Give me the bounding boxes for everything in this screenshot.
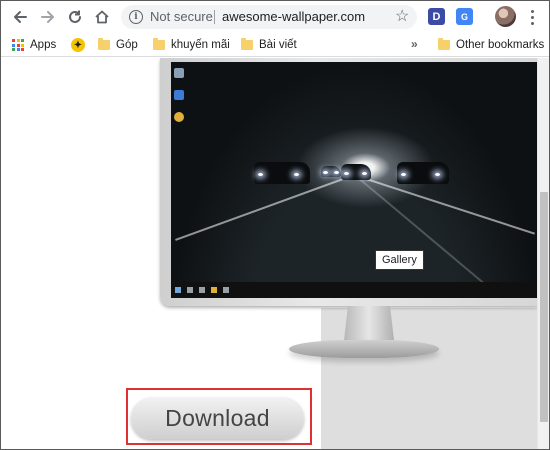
headlight — [294, 173, 299, 176]
car — [254, 162, 310, 184]
bookmark-label: khuyến mãi — [171, 39, 230, 51]
car — [321, 166, 341, 177]
bookmark-bai-viet[interactable]: Bài viết — [241, 36, 297, 54]
download-button[interactable]: Download — [131, 397, 304, 439]
kebab-menu-icon[interactable] — [525, 7, 539, 27]
apps-grid-icon — [12, 39, 24, 51]
folder-icon — [98, 38, 110, 50]
taskbar-icon — [187, 287, 193, 293]
monitor-stand — [344, 306, 394, 340]
bookmarks-bar: Apps ✦ Góp khuyến mãi Bài viết Other boo… — [1, 33, 549, 57]
browser-toolbar: i Not secure awesome-wallpaper.com ☆ D G — [1, 1, 549, 33]
address-bar[interactable]: i Not secure awesome-wallpaper.com ☆ — [121, 5, 417, 29]
bookmark-apps[interactable]: Apps — [12, 36, 56, 54]
bookmark-label: Góp — [116, 39, 138, 51]
folder-icon — [241, 38, 253, 50]
bookmark-label: Other bookmarks — [456, 39, 545, 51]
bookmark-label: Apps — [30, 39, 57, 51]
bookmark-star-icon[interactable]: ☆ — [395, 7, 409, 27]
monitor-image — [160, 58, 544, 306]
folder-icon — [153, 38, 165, 50]
gop-icon: ✦ — [71, 38, 85, 52]
scroll-thumb[interactable] — [540, 192, 548, 422]
start-icon — [175, 287, 181, 293]
profile-avatar[interactable] — [495, 6, 516, 27]
folder-icon — [438, 38, 450, 50]
extension-d-icon[interactable]: D — [428, 8, 445, 25]
google-translate-icon[interactable]: G — [456, 8, 473, 25]
home-button[interactable] — [91, 6, 113, 28]
forward-button[interactable] — [37, 6, 59, 28]
headlight — [258, 173, 263, 176]
forward-arrow-icon — [41, 11, 54, 23]
monitor-base — [289, 340, 439, 358]
headlight — [435, 173, 440, 176]
divider — [214, 10, 215, 24]
headlight — [362, 172, 367, 175]
monitor-screen — [171, 62, 538, 298]
bookmark-gop[interactable]: Góp — [98, 36, 138, 54]
bookmark-khuyen-mai[interactable]: khuyến mãi — [153, 36, 230, 54]
home-icon — [95, 10, 109, 24]
back-button[interactable] — [9, 6, 31, 28]
bookmark-other-bookmarks[interactable]: Other bookmarks — [438, 36, 544, 54]
bookmark-gop-extension[interactable]: ✦ — [71, 36, 85, 54]
headlight — [334, 171, 339, 174]
headlight — [323, 171, 328, 174]
chrome-icon — [174, 112, 184, 122]
car — [341, 164, 371, 180]
reload-icon — [69, 10, 81, 23]
headlight — [401, 173, 406, 176]
browser-window: i Not secure awesome-wallpaper.com ☆ D G… — [0, 0, 550, 450]
url-text[interactable]: awesome-wallpaper.com — [222, 9, 365, 24]
gallery-tooltip: Gallery — [375, 250, 424, 270]
bookmarks-overflow-chevron[interactable]: » — [411, 37, 418, 51]
wallpaper-preview[interactable] — [171, 62, 538, 298]
road-line — [175, 174, 355, 241]
desktop-app-icon — [174, 90, 184, 100]
taskbar-icon — [211, 287, 217, 293]
taskbar-icon — [223, 287, 229, 293]
scrollbar[interactable] — [537, 58, 549, 449]
info-icon[interactable]: i — [129, 10, 143, 24]
taskbar-icon — [199, 287, 205, 293]
taskbar — [171, 282, 538, 298]
headlight — [344, 172, 349, 175]
reload-button[interactable] — [64, 6, 86, 28]
back-arrow-icon — [14, 11, 27, 23]
road-line — [355, 175, 518, 298]
security-label[interactable]: Not secure — [150, 9, 213, 24]
car — [397, 162, 449, 184]
recycle-bin-icon — [174, 68, 184, 78]
bookmark-label: Bài viết — [259, 39, 297, 51]
